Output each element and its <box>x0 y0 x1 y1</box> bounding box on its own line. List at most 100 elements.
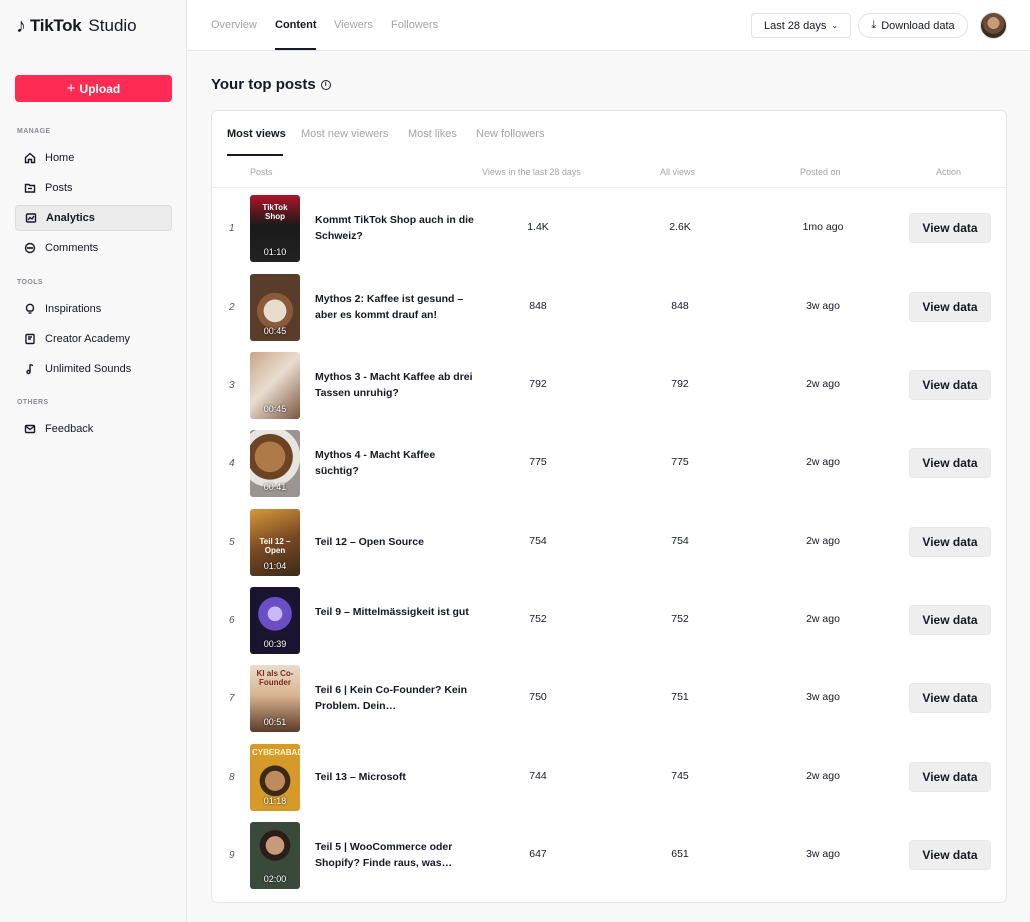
tiktok-studio-logo[interactable]: ♪ TikTok Studio <box>16 14 137 38</box>
post-title[interactable]: Mythos 2: Kaffee ist gesund – aber es ko… <box>315 291 475 323</box>
sidebar-item-posts[interactable]: Posts <box>15 175 172 201</box>
sidebar-item-feedback[interactable]: Feedback <box>15 416 172 442</box>
post-thumbnail[interactable]: 00:45 <box>250 352 300 419</box>
tab-followers[interactable]: Followers <box>391 19 438 31</box>
sidebar-item-home[interactable]: Home <box>15 145 172 171</box>
post-title[interactable]: Mythos 3 - Macht Kaffee ab drei Tassen u… <box>315 369 475 401</box>
active-tab-indicator <box>275 48 316 50</box>
download-label: Download data <box>881 19 955 32</box>
post-thumbnail[interactable]: Teil 12 – Open 01:04 <box>250 509 300 576</box>
all-views: 651 <box>671 848 689 860</box>
rank: 9 <box>229 850 235 861</box>
duration: 00:51 <box>263 717 287 727</box>
top-bar: Overview Content Viewers Followers Last … <box>187 0 1030 51</box>
duration: 00:39 <box>263 639 287 649</box>
sidebar-item-creator-academy[interactable]: Creator Academy <box>15 326 172 352</box>
view-data-button[interactable]: View data <box>909 762 991 792</box>
view-data-button[interactable]: View data <box>909 840 991 870</box>
table-row: 6 00:39 Teil 9 – Mittelmässigkeit ist gu… <box>212 581 1006 659</box>
date-range-select[interactable]: Last 28 days ⌄ <box>751 13 851 38</box>
sidebar-item-unlimited-sounds[interactable]: Unlimited Sounds <box>15 356 172 382</box>
sidebar-item-label: Comments <box>45 242 99 254</box>
rank: 7 <box>229 693 235 704</box>
tab-most-likes[interactable]: Most likes <box>408 128 457 140</box>
table-row: 4 00:41 Mythos 4 - Macht Kaffee süchtig?… <box>212 424 1006 502</box>
posted-on: 2w ago <box>806 378 840 390</box>
sidebar-item-label: Creator Academy <box>45 333 130 345</box>
views-28d: 647 <box>529 848 547 860</box>
rank: 6 <box>229 615 235 626</box>
view-data-button[interactable]: View data <box>909 213 991 243</box>
post-title[interactable]: Teil 9 – Mittelmässigkeit ist gut <box>315 604 475 620</box>
view-data-button[interactable]: View data <box>909 448 991 478</box>
tab-most-new-viewers[interactable]: Most new viewers <box>301 128 388 140</box>
rank: 2 <box>229 302 235 313</box>
post-title[interactable]: Teil 12 – Open Source <box>315 534 475 550</box>
view-data-button[interactable]: View data <box>909 292 991 322</box>
posted-on: 3w ago <box>806 691 840 703</box>
post-thumbnail[interactable]: TikTok Shop 01:10 <box>250 195 300 262</box>
duration: 02:00 <box>263 874 287 884</box>
chevron-down-icon: ⌄ <box>831 21 839 30</box>
sidebar-item-comments[interactable]: Comments <box>15 235 172 261</box>
column-header-all-views: All views <box>660 167 696 177</box>
thumbnail-caption: Teil 12 – Open <box>259 537 291 555</box>
folder-icon <box>24 182 36 194</box>
rank: 8 <box>229 772 235 783</box>
views-28d: 775 <box>529 456 547 468</box>
active-tab-indicator <box>227 154 283 156</box>
table-row: 8 CYBERABAD 01:18 Teil 13 – Microsoft 74… <box>212 738 1006 816</box>
music-note-icon <box>24 363 36 375</box>
post-title[interactable]: Kommt TikTok Shop auch in die Schweiz? <box>315 212 475 244</box>
tiktok-logo-icon: ♪ <box>16 15 26 37</box>
views-28d: 750 <box>529 691 547 703</box>
rank: 5 <box>229 537 235 548</box>
post-title[interactable]: Mythos 4 - Macht Kaffee süchtig? <box>315 447 475 479</box>
posted-on: 1mo ago <box>802 221 844 233</box>
post-thumbnail[interactable]: KI als Co-Founder 00:51 <box>250 665 300 732</box>
view-data-button[interactable]: View data <box>909 683 991 713</box>
post-title[interactable]: Teil 5 | WooCommerce oder Shopify? Finde… <box>315 839 475 871</box>
posted-on: 3w ago <box>806 848 840 860</box>
table-row: 2 00:45 Mythos 2: Kaffee ist gesund – ab… <box>212 268 1006 346</box>
views-28d: 752 <box>529 613 547 625</box>
rank: 1 <box>229 223 235 234</box>
page-title: Your top posts i <box>211 76 331 93</box>
column-header-posts: Posts <box>250 167 273 177</box>
post-thumbnail[interactable]: 00:39 <box>250 587 300 654</box>
tab-most-views[interactable]: Most views <box>227 128 286 140</box>
post-thumbnail[interactable]: 00:45 <box>250 274 300 341</box>
tab-viewers[interactable]: Viewers <box>334 19 373 31</box>
page-title-text: Your top posts <box>211 76 316 93</box>
upload-button[interactable]: + Upload <box>15 75 172 102</box>
views-28d: 792 <box>529 378 547 390</box>
posted-on: 3w ago <box>806 300 840 312</box>
tab-new-followers[interactable]: New followers <box>476 128 544 140</box>
sidebar-item-label: Analytics <box>46 212 95 224</box>
view-data-button[interactable]: View data <box>909 370 991 400</box>
view-data-button[interactable]: View data <box>909 605 991 635</box>
table-row: 5 Teil 12 – Open 01:04 Teil 12 – Open So… <box>212 503 1006 581</box>
post-thumbnail[interactable]: 00:41 <box>250 430 300 497</box>
tab-overview[interactable]: Overview <box>211 19 257 31</box>
info-icon[interactable]: i <box>320 79 331 90</box>
rank: 4 <box>229 458 235 469</box>
thumbnail-caption: KI als Co-Founder <box>256 669 294 687</box>
table-row: 1 TikTok Shop 01:10 Kommt TikTok Shop au… <box>212 189 1006 267</box>
view-data-button[interactable]: View data <box>909 527 991 557</box>
duration: 00:45 <box>263 326 287 336</box>
post-title[interactable]: Teil 6 | Kein Co-Founder? Kein Problem. … <box>315 682 475 714</box>
tab-content[interactable]: Content <box>275 19 317 31</box>
section-label-tools: TOOLS <box>17 279 43 286</box>
sidebar-item-analytics[interactable]: Analytics <box>15 205 172 231</box>
post-thumbnail[interactable]: CYBERABAD 01:18 <box>250 744 300 811</box>
download-data-button[interactable]: ⤓ Download data <box>858 13 968 38</box>
table-row: 9 02:00 Teil 5 | WooCommerce oder Shopif… <box>212 816 1006 894</box>
all-views: 792 <box>671 378 689 390</box>
all-views: 2.6K <box>669 221 691 233</box>
post-thumbnail[interactable]: 02:00 <box>250 822 300 889</box>
sidebar-item-inspirations[interactable]: Inspirations <box>15 296 172 322</box>
comment-icon <box>24 242 36 254</box>
avatar[interactable] <box>980 12 1007 39</box>
post-title[interactable]: Teil 13 – Microsoft <box>315 769 475 785</box>
